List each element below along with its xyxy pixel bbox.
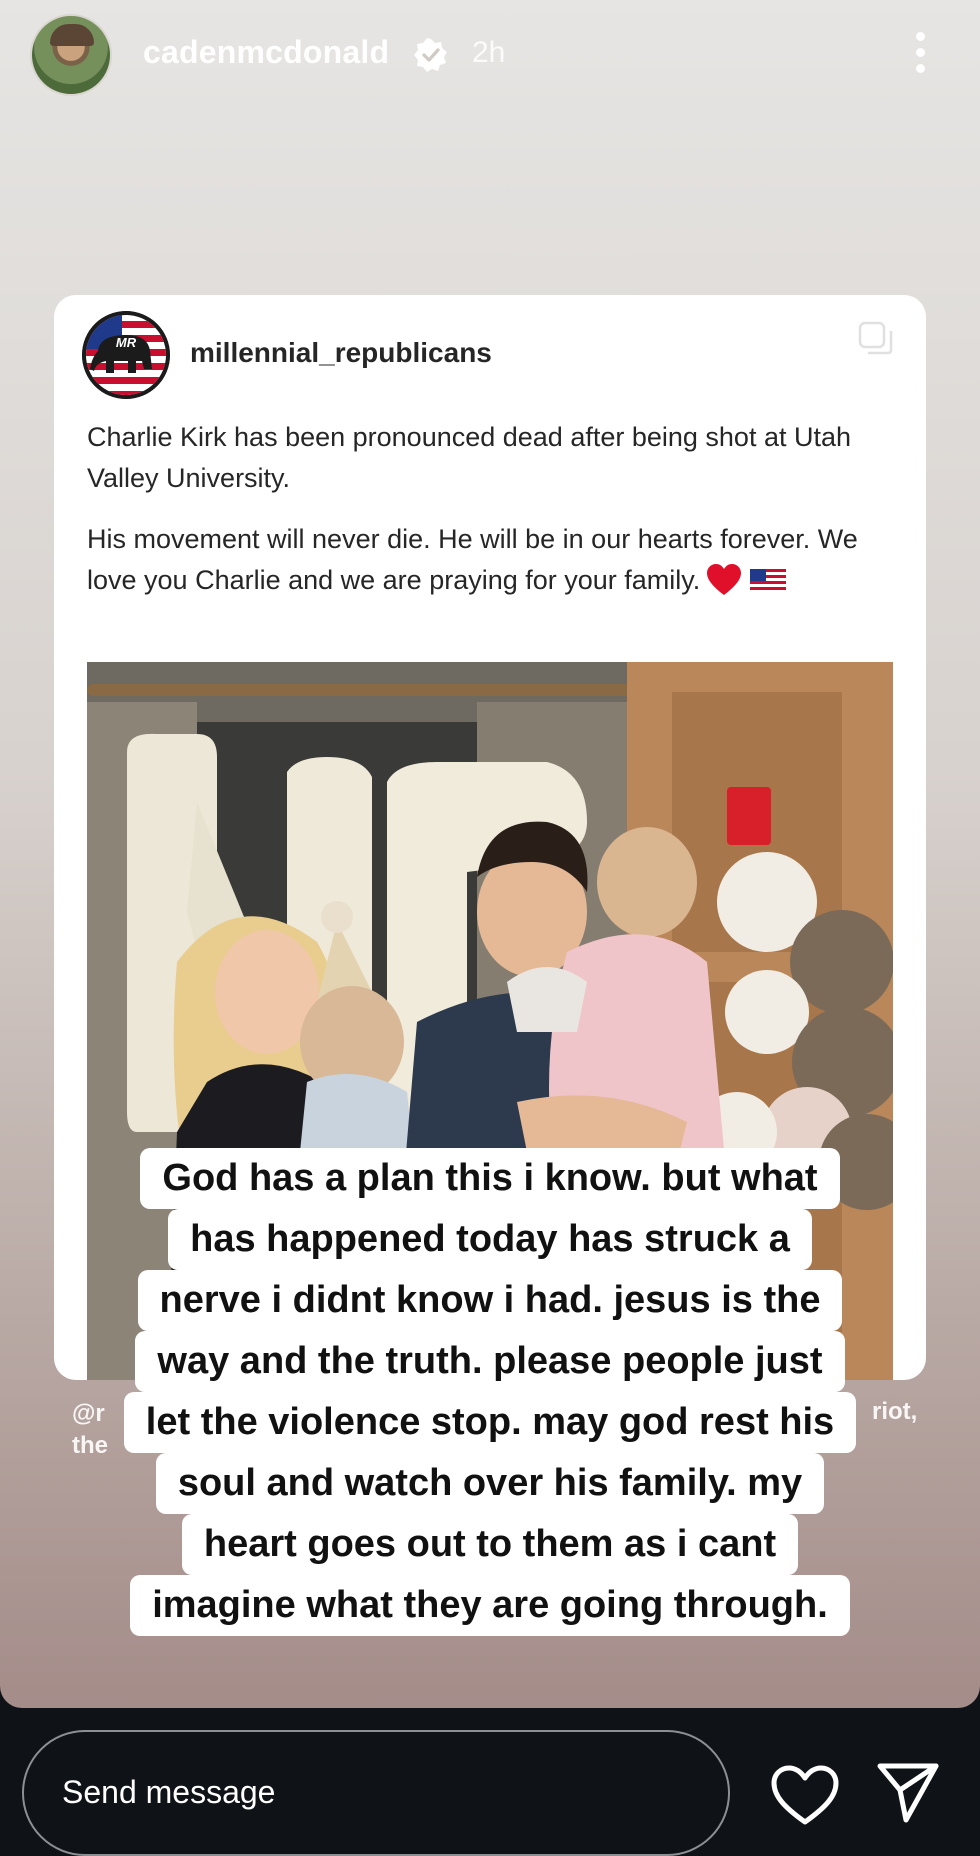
post-paragraph-1: Charlie Kirk has been pronounced dead af… [87, 422, 852, 493]
story-header: cadenmcdonald 2h [0, 0, 980, 110]
us-flag-emoji-icon [750, 569, 787, 593]
story-view[interactable]: cadenmcdonald 2h MR millennial_republica… [0, 0, 980, 1708]
overlay-line: soul and watch over his family. my [155, 1453, 825, 1514]
post-avatar[interactable]: MR [82, 311, 170, 399]
send-message-input[interactable]: Send message [22, 1730, 730, 1856]
overlay-line: imagine what they are going through. [130, 1575, 850, 1636]
red-heart-emoji-icon [707, 564, 742, 595]
overlay-line: let the violence stop. may god rest his [123, 1392, 857, 1453]
flag-elephant-logo: MR [82, 311, 170, 399]
overlay-line: God has a plan this i know. but what [140, 1148, 840, 1209]
heart-outline-icon[interactable] [770, 1764, 840, 1826]
paper-plane-icon[interactable] [876, 1760, 940, 1824]
story-username[interactable]: cadenmcdonald [143, 34, 389, 71]
overlay-line: heart goes out to them as i cant [181, 1514, 799, 1575]
post-username[interactable]: millennial_republicans [190, 337, 492, 369]
avatar[interactable] [30, 14, 112, 96]
story-time: 2h [472, 36, 506, 69]
overlay-line: has happened today has struck a [168, 1209, 812, 1270]
svg-text:MR: MR [116, 335, 137, 350]
post-paragraph-2: His movement will never die. He will be … [87, 519, 907, 601]
reply-bar: Send message [0, 1708, 980, 1856]
more-options-icon[interactable] [908, 28, 932, 76]
copy-icon[interactable] [856, 319, 896, 359]
verified-badge-icon [414, 38, 447, 72]
story-text-overlay: God has a plan this i know. but what has… [0, 1148, 980, 1636]
overlay-line: nerve i didnt know i had. jesus is the [137, 1270, 843, 1331]
overlay-line: way and the truth. please people just [135, 1331, 845, 1392]
